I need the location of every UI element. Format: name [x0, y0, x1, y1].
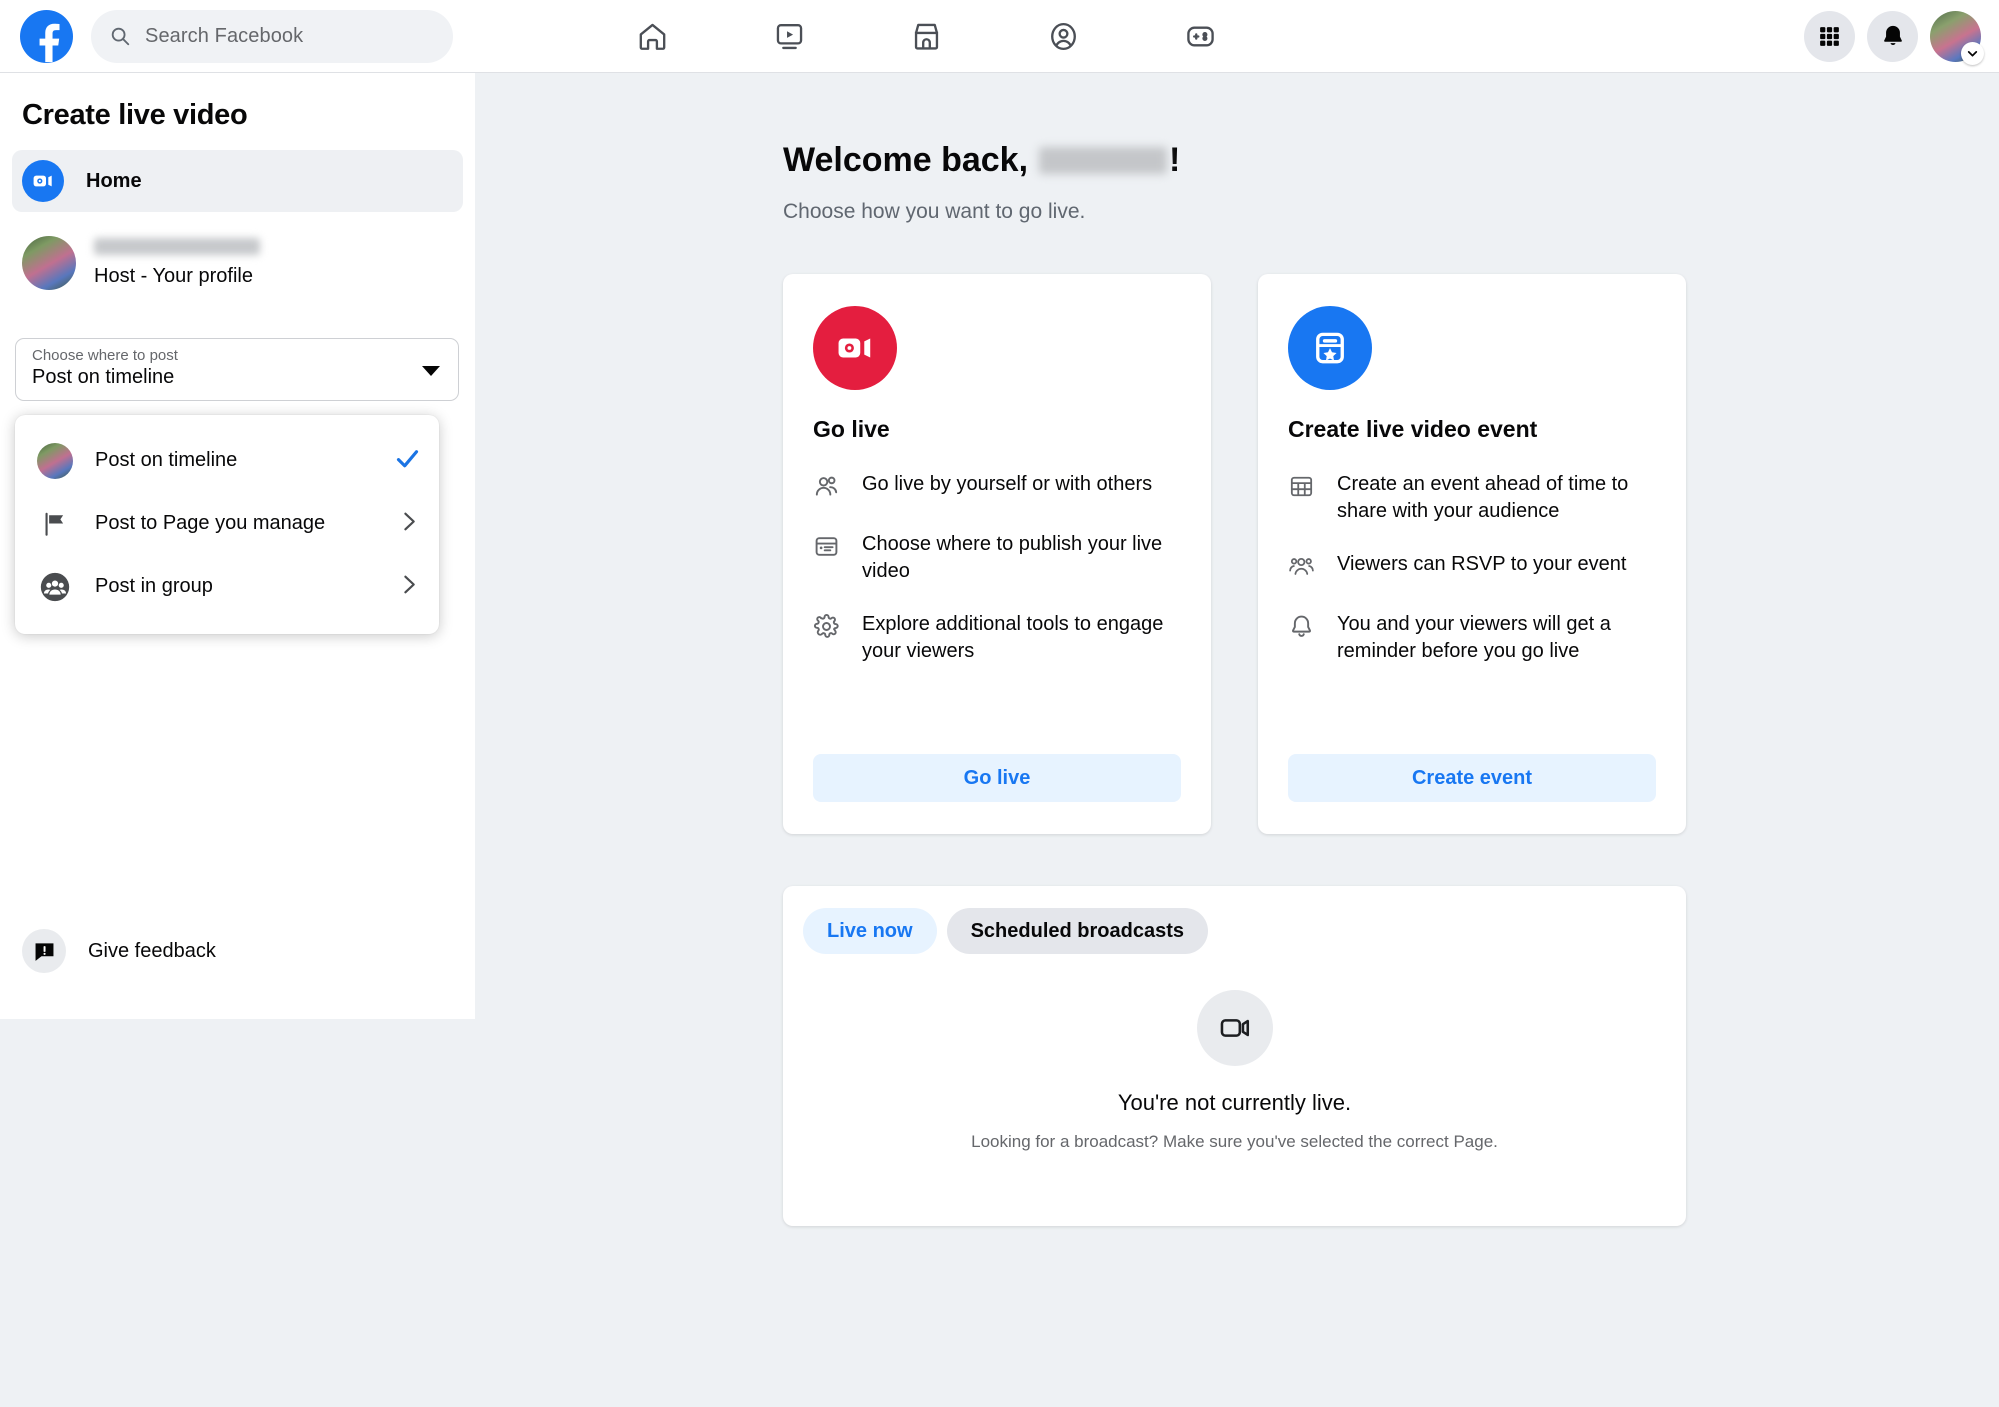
video-camera-icon — [1196, 990, 1273, 1066]
nav-gaming-button[interactable] — [1144, 5, 1256, 67]
welcome-prefix: Welcome back, — [783, 141, 1029, 179]
feature-text: Viewers can RSVP to your event — [1337, 553, 1627, 575]
create-event-button[interactable]: Create event — [1288, 754, 1656, 802]
gear-icon — [813, 613, 843, 645]
feature-text: Choose where to publish your live video — [862, 533, 1163, 582]
welcome-heading: Welcome back, ! — [783, 141, 1180, 180]
broadcast-tabs: Live now Scheduled broadcasts — [803, 908, 1208, 954]
groups-icon — [1050, 22, 1076, 50]
post-destination-value: Post on timeline — [32, 366, 175, 388]
chevron-right-icon — [396, 509, 421, 539]
profile-name-blurred — [94, 238, 260, 255]
create-event-feature-list: Create an event ahead of time to share w… — [1288, 471, 1656, 665]
sidebar-item-home-label: Home — [86, 169, 142, 192]
give-feedback-label: Give feedback — [88, 939, 216, 962]
nav-right-group — [1804, 0, 1984, 72]
empty-state-title: You're not currently live. — [1117, 1090, 1352, 1115]
feedback-icon — [22, 929, 66, 973]
feature-item: Create an event ahead of time to share w… — [1288, 471, 1656, 525]
publish-window-icon — [813, 533, 843, 565]
grid-menu-icon[interactable] — [1804, 10, 1855, 62]
marketplace-icon — [914, 23, 938, 50]
broadcasts-panel: Live now Scheduled broadcasts You're not… — [783, 886, 1686, 1226]
sidebar-profile[interactable]: Host - Your profile — [22, 236, 475, 290]
avatar — [22, 236, 76, 290]
dropdown-option-label: Post to Page you manage — [95, 512, 326, 534]
dropdown-option-post-on-timeline[interactable]: Post on timeline — [15, 429, 439, 492]
live-video-icon — [22, 160, 64, 202]
sidebar: Create live video Home Host - Your profi… — [0, 73, 475, 1019]
group-icon — [37, 569, 73, 605]
check-icon — [394, 445, 421, 477]
empty-state-subtitle: Looking for a broadcast? Make sure you'v… — [971, 1132, 1498, 1151]
page-title: Create live video — [22, 99, 248, 131]
avatar — [37, 442, 73, 479]
video-icon — [776, 23, 802, 49]
nav-marketplace-button[interactable] — [870, 5, 982, 67]
group-people-icon — [1288, 553, 1318, 585]
go-live-feature-list: Go live by yourself or with others Choos… — [813, 471, 1181, 665]
welcome-suffix: ! — [1169, 141, 1181, 179]
facebook-logo-icon[interactable] — [20, 9, 73, 63]
feature-text: Explore additional tools to engage your … — [862, 613, 1164, 662]
go-live-card[interactable]: Go live Go live by yourself or with othe… — [783, 274, 1211, 834]
sidebar-item-home[interactable]: Home — [12, 150, 463, 212]
empty-state: You're not currently live. Looking for a… — [783, 990, 1686, 1152]
feature-text: Create an event ahead of time to share w… — [1337, 473, 1629, 522]
top-navigation-bar: Search Facebook — [0, 0, 1999, 73]
dropdown-option-post-in-group[interactable]: Post in group — [15, 555, 439, 618]
avatar[interactable] — [1930, 10, 1984, 65]
feature-item: Choose where to publish your live video — [813, 531, 1181, 585]
feature-text: Go live by yourself or with others — [862, 473, 1153, 495]
feature-item: Go live by yourself or with others — [813, 471, 1181, 505]
search-icon — [111, 27, 130, 46]
search-placeholder: Search Facebook — [145, 24, 304, 47]
calendar-grid-icon — [1288, 473, 1318, 505]
dropdown-option-label: Post in group — [95, 575, 213, 597]
bell-icon — [1288, 613, 1318, 645]
live-video-icon — [813, 306, 897, 390]
welcome-name-blurred — [1039, 147, 1168, 174]
create-event-card-title: Create live video event — [1288, 416, 1538, 442]
post-destination-label: Choose where to post — [32, 347, 178, 364]
home-icon — [639, 23, 665, 50]
chevron-down-icon — [422, 366, 440, 376]
feature-item: Explore additional tools to engage your … — [813, 611, 1181, 665]
create-live-video-event-card[interactable]: Create live video event Create an event … — [1258, 274, 1686, 834]
nav-center-group — [596, 0, 1256, 72]
search-input[interactable]: Search Facebook — [91, 9, 453, 63]
dropdown-option-post-to-page[interactable]: Post to Page you manage — [15, 492, 439, 555]
go-live-button[interactable]: Go live — [813, 754, 1181, 802]
feature-item: You and your viewers will get a reminder… — [1288, 611, 1656, 665]
nav-video-button[interactable] — [733, 5, 845, 67]
nav-home-button[interactable] — [596, 5, 708, 67]
go-live-card-title: Go live — [813, 416, 890, 442]
chevron-right-icon — [396, 572, 421, 602]
chevron-down-icon — [1961, 41, 1984, 65]
event-star-icon — [1288, 306, 1372, 390]
nav-groups-button[interactable] — [1007, 5, 1119, 67]
give-feedback-button[interactable]: Give feedback — [22, 929, 216, 973]
tab-scheduled-broadcasts[interactable]: Scheduled broadcasts — [946, 908, 1208, 954]
main-content: Welcome back, ! Choose how you want to g… — [475, 73, 1999, 1407]
post-destination-dropdown: Post on timeline Post to Page you manage — [15, 415, 439, 634]
welcome-subtitle: Choose how you want to go live. — [783, 200, 1086, 223]
dropdown-option-label: Post on timeline — [95, 449, 238, 471]
flag-icon — [37, 506, 73, 542]
tab-live-now[interactable]: Live now — [803, 908, 937, 954]
gaming-icon — [1186, 26, 1214, 46]
feature-text: You and your viewers will get a reminder… — [1337, 613, 1611, 662]
feature-item: Viewers can RSVP to your event — [1288, 551, 1656, 585]
post-destination-select[interactable]: Choose where to post Post on timeline — [15, 338, 459, 401]
profile-subtitle: Host - Your profile — [94, 265, 253, 287]
people-icon — [813, 473, 843, 505]
bell-icon[interactable] — [1867, 10, 1918, 62]
